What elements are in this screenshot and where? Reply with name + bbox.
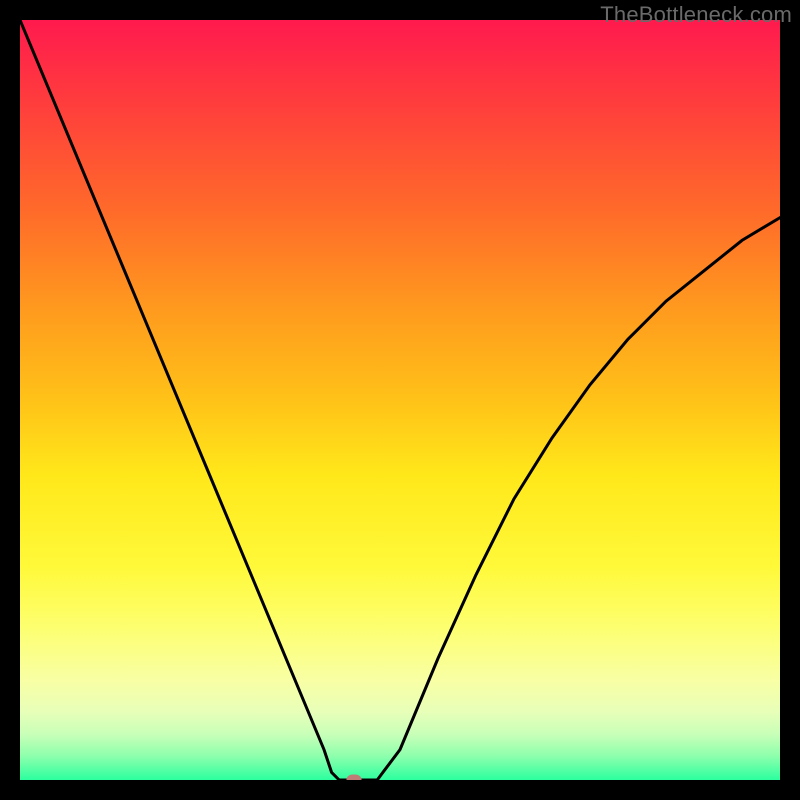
plot-area [20,20,780,780]
chart-frame: TheBottleneck.com [0,0,800,800]
plot-clip [20,20,780,780]
watermark-text: TheBottleneck.com [600,2,792,28]
optimal-point-marker [347,775,362,781]
bottleneck-curve [20,20,780,780]
curve-path [20,20,780,780]
